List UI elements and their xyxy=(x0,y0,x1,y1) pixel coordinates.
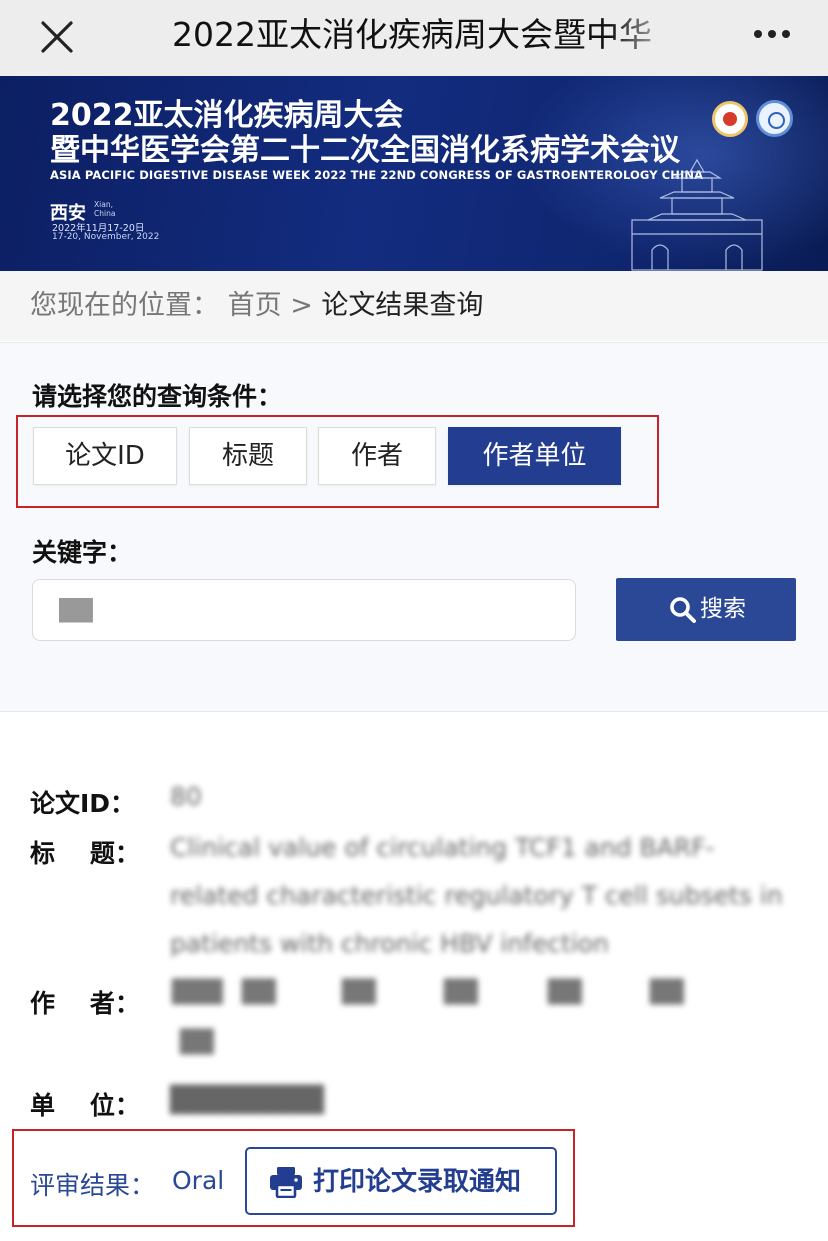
unit-label: 单 位： xyxy=(30,1091,140,1120)
author-name: ██ xyxy=(242,980,276,1005)
author-name: ██ xyxy=(444,980,478,1005)
keyword-input[interactable] xyxy=(32,579,576,641)
breadcrumb-home-link[interactable]: 首页 xyxy=(228,290,282,321)
search-icon xyxy=(670,597,696,623)
banner-city-en-1: Xian, xyxy=(94,200,113,209)
query-condition-label: 请选择您的查询条件： xyxy=(32,382,283,411)
more-icon[interactable] xyxy=(748,22,796,46)
review-result-label: 评审结果： xyxy=(30,1171,156,1200)
banner-subtitle: ASIA PACIFIC DIGESTIVE DISEASE WEEK 2022… xyxy=(50,168,704,182)
cma-logo-icon xyxy=(712,101,748,137)
search-button-label: 搜索 xyxy=(700,596,746,622)
author-label: 作 者： xyxy=(30,989,140,1018)
banner-title-line2: 暨中华医学会第二十二次全国消化系病学术会议 xyxy=(50,133,680,168)
paper-id-value: 80 xyxy=(170,782,202,811)
criteria-paper-id-button[interactable]: 论文ID xyxy=(33,427,177,485)
banner-date-en: 17-20, November, 2022 xyxy=(52,232,160,242)
breadcrumb-current: 论文结果查询 xyxy=(321,290,484,321)
criteria-author-unit-button[interactable]: 作者单位 xyxy=(448,427,621,485)
criteria-author-button[interactable]: 作者 xyxy=(318,427,436,485)
breadcrumb-separator: > xyxy=(290,290,313,321)
breadcrumb-text: 您现在的位置： 首页 > 论文结果查询 xyxy=(30,288,483,324)
print-button-label: 打印论文录取通知 xyxy=(313,1167,522,1197)
author-name: ██ xyxy=(650,980,684,1005)
printer-icon xyxy=(270,1167,302,1198)
author-name: ██ xyxy=(342,980,376,1005)
title-fade xyxy=(610,10,680,66)
top-nav-bar: 2022亚太消化疾病周大会暨中华 xyxy=(0,0,828,76)
review-result-value: Oral xyxy=(172,1166,225,1195)
author-name: ██ xyxy=(180,1030,214,1055)
breadcrumb: 您现在的位置： 首页 > 论文结果查询 xyxy=(0,271,828,341)
bell-tower-icon xyxy=(631,158,763,271)
conference-banner: 2022亚太消化疾病周大会 暨中华医学会第二十二次全国消化系病学术会议 ASIA… xyxy=(0,76,828,271)
title-label: 标 题： xyxy=(30,839,140,868)
search-button[interactable]: 搜索 xyxy=(616,578,796,641)
paper-title-value: Clinical value of circulating TCF1 and B… xyxy=(170,833,783,958)
society-logo-icon xyxy=(756,100,793,137)
keyword-label: 关键字： xyxy=(32,538,133,567)
banner-city-en: Xian, China xyxy=(94,200,115,218)
banner-title-line1: 2022亚太消化疾病周大会 xyxy=(50,98,404,133)
page-title: 2022亚太消化疾病周大会暨中华 xyxy=(172,15,652,54)
breadcrumb-prefix: 您现在的位置： xyxy=(30,290,219,321)
author-unit-value: ████████ xyxy=(170,1085,324,1114)
query-panel: 请选择您的查询条件： 论文ID 标题 作者 作者单位 关键字： 搜索 xyxy=(0,342,828,712)
author-name: ██ xyxy=(548,980,582,1005)
paper-id-label: 论文ID： xyxy=(30,789,136,818)
criteria-title-button[interactable]: 标题 xyxy=(189,427,307,485)
close-icon[interactable] xyxy=(36,16,78,58)
author-name: ███ xyxy=(172,980,223,1005)
print-acceptance-notice-button[interactable]: 打印论文录取通知 xyxy=(245,1147,557,1215)
banner-city-en-2: China xyxy=(94,209,116,218)
